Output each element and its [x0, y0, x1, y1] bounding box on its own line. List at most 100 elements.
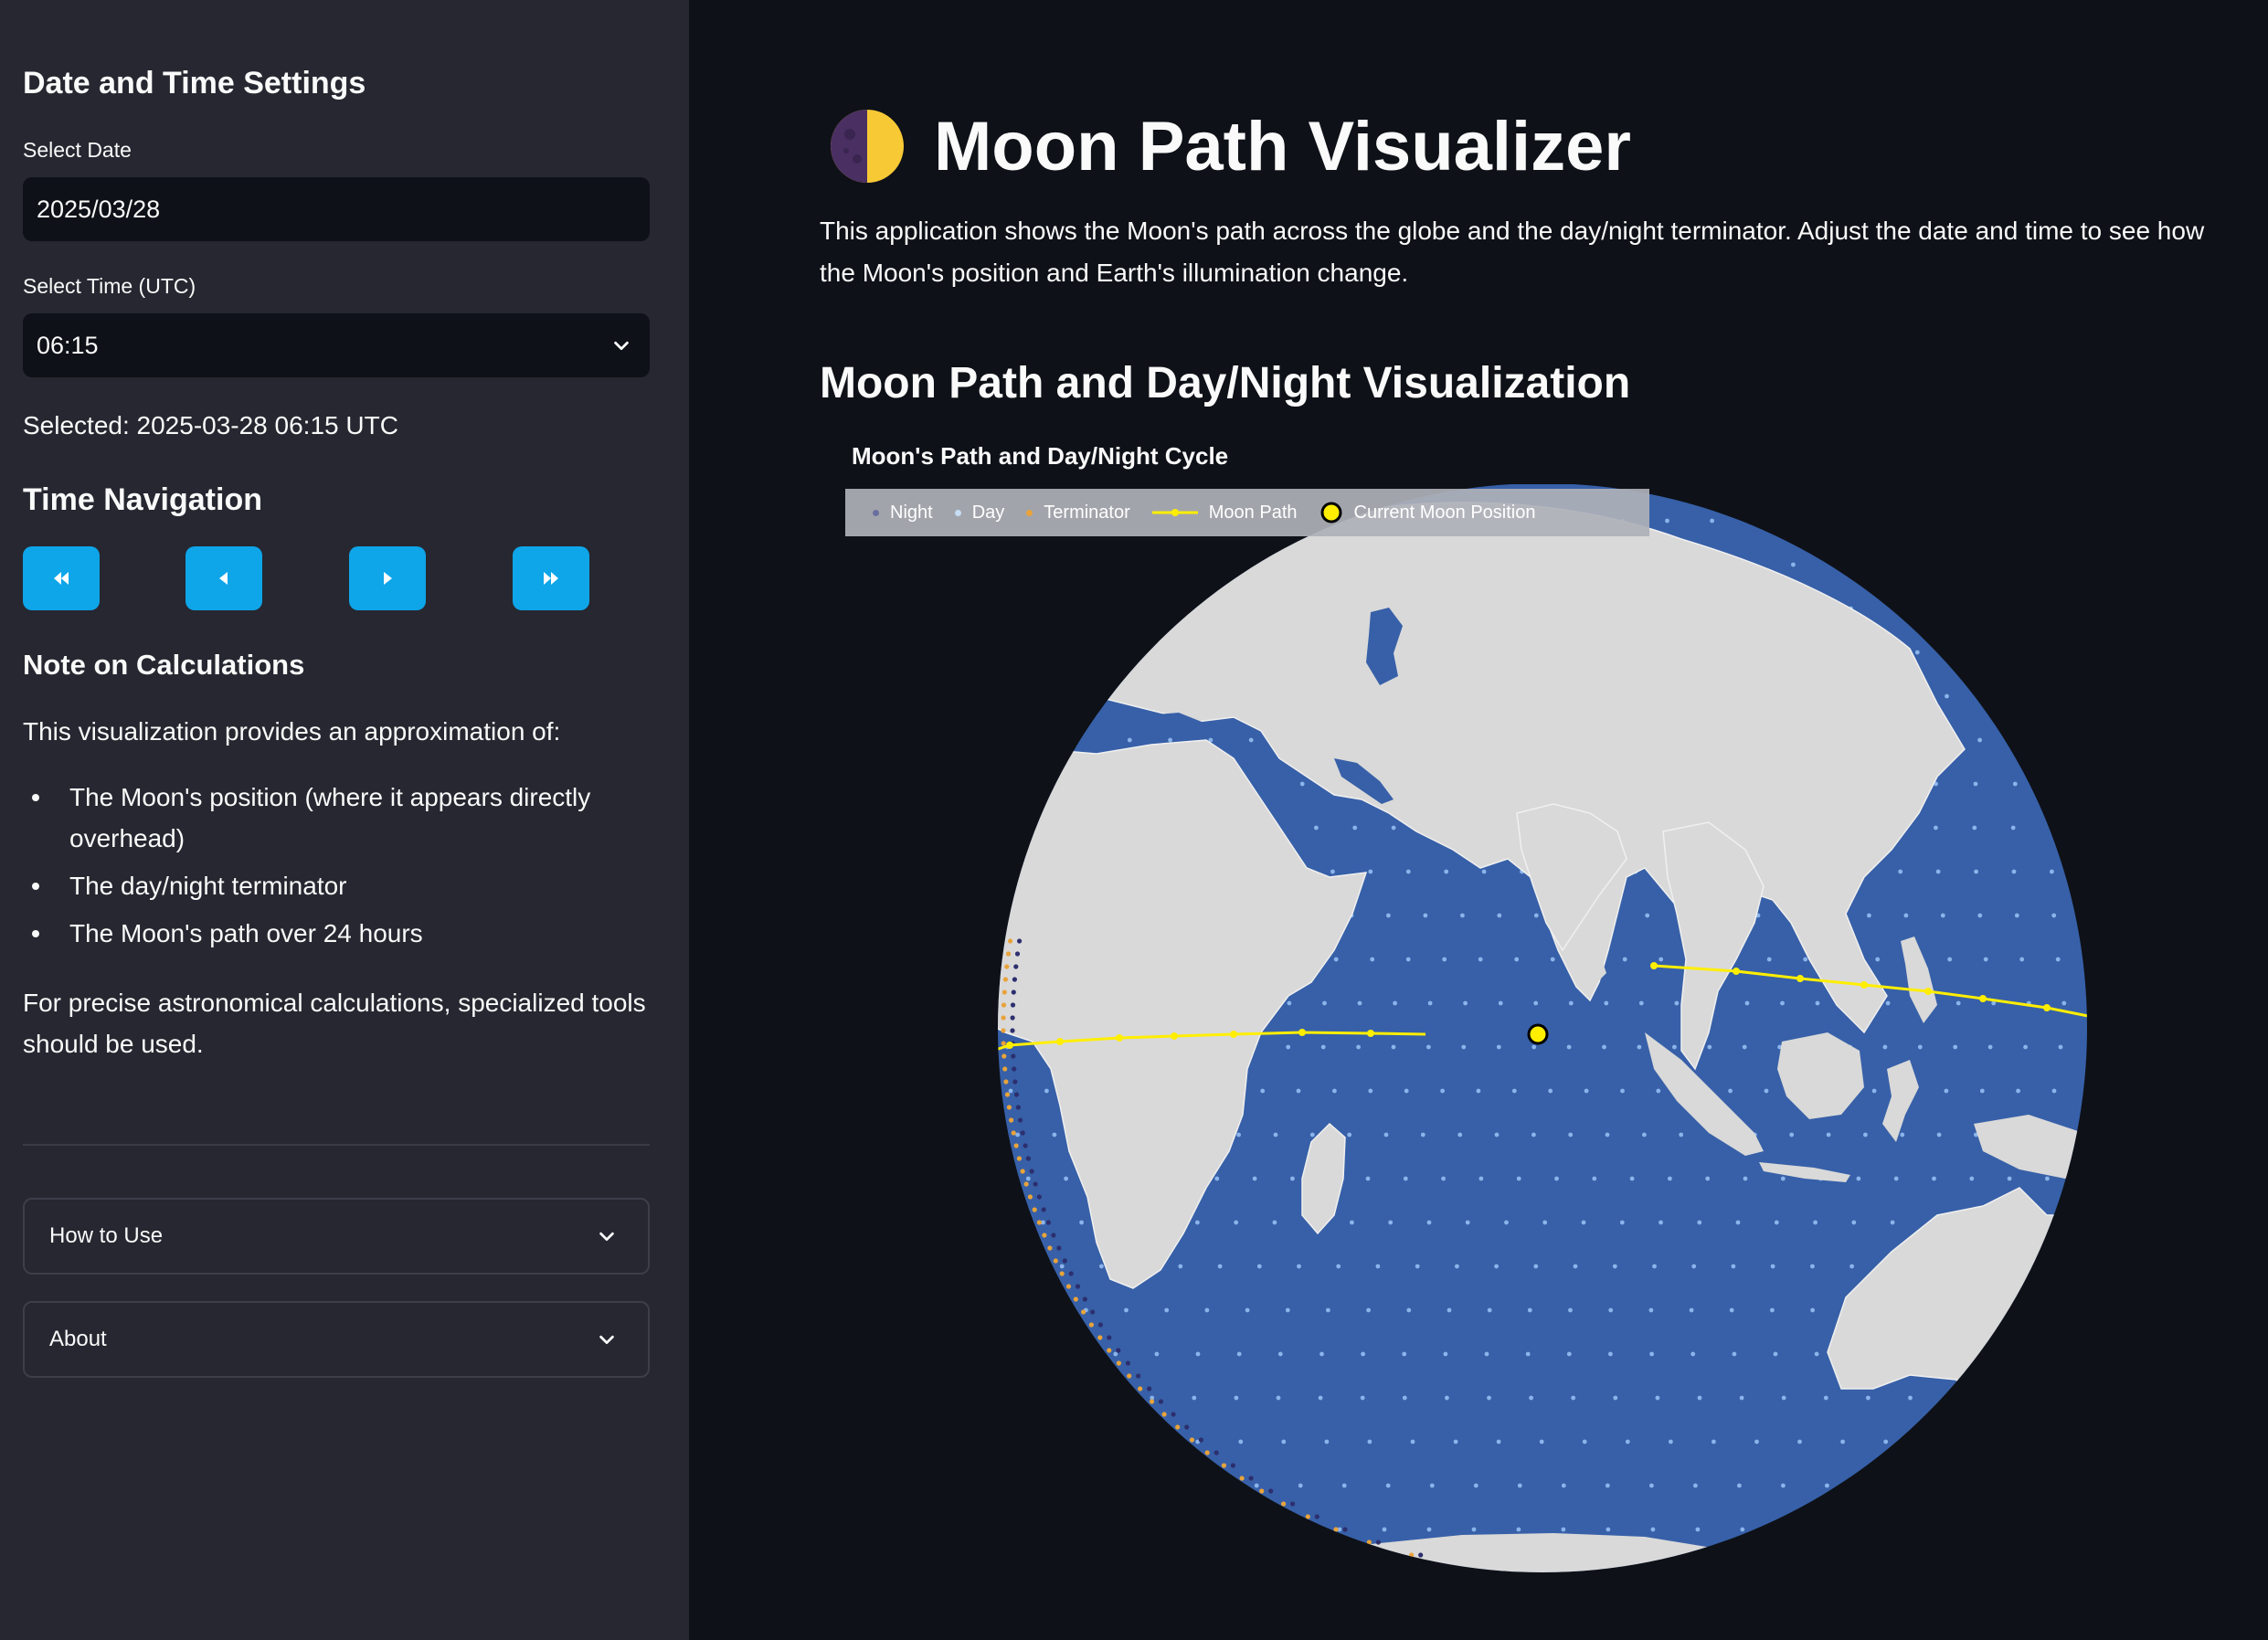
- terminator-point: [1033, 1181, 1038, 1187]
- terminator-point: [1127, 1373, 1132, 1379]
- day-point: [1420, 1132, 1425, 1137]
- day-point: [1573, 1264, 1578, 1269]
- date-input[interactable]: 2025/03/28: [23, 177, 650, 241]
- day-point: [1705, 1176, 1711, 1181]
- app-title: Moon Path Visualizer: [934, 107, 1631, 185]
- moon-icon: [831, 110, 904, 183]
- how-to-use-expander[interactable]: How to Use: [23, 1198, 650, 1275]
- day-point: [1697, 1395, 1702, 1401]
- day-point: [1320, 1044, 1326, 1050]
- day-point: [1729, 1307, 1734, 1313]
- day-point: [1554, 1176, 1559, 1181]
- list-item: The day/night terminator: [23, 865, 662, 906]
- day-point: [1531, 1044, 1537, 1050]
- step-forward-button[interactable]: [349, 546, 426, 610]
- terminator-point: [1065, 1284, 1072, 1289]
- section-heading: Moon Path and Day/Night Visualization: [820, 359, 1631, 407]
- day-point: [1867, 913, 1871, 918]
- legend-terminator[interactable]: Terminator: [1026, 502, 1130, 524]
- terminator-point: [1047, 1245, 1053, 1251]
- terminator-point: [1002, 1053, 1007, 1059]
- terminator-point: [1011, 1053, 1016, 1059]
- terminator-point: [1053, 1258, 1058, 1264]
- day-point: [1645, 913, 1650, 918]
- day-point: [1326, 1307, 1330, 1313]
- day-point: [1977, 737, 1982, 743]
- day-point: [1542, 1220, 1548, 1225]
- time-select[interactable]: 06:15: [23, 313, 650, 377]
- terminator-point: [1107, 1335, 1112, 1340]
- day-point: [2051, 913, 2057, 918]
- terminator-point: [1011, 1130, 1016, 1136]
- day-point: [1731, 1264, 1736, 1269]
- day-point: [2050, 869, 2054, 874]
- forward-fast-button[interactable]: [513, 546, 589, 610]
- day-point: [1766, 957, 1772, 962]
- step-back-button[interactable]: [185, 546, 262, 610]
- terminator-point: [1004, 1092, 1011, 1097]
- terminator-point: [1136, 1373, 1141, 1379]
- day-point: [1444, 869, 1449, 874]
- terminator-point: [1012, 1079, 1018, 1085]
- day-point: [1496, 1439, 1501, 1444]
- day-point: [1810, 1307, 1815, 1313]
- globe-chart[interactable]: [987, 484, 2102, 1599]
- day-point: [1287, 1000, 1292, 1006]
- day-point: [1079, 1220, 1084, 1225]
- terminator-point: [1088, 1322, 1094, 1328]
- legend-day[interactable]: Day: [954, 503, 1004, 524]
- day-point: [1568, 1000, 1574, 1006]
- day-point: [1297, 1264, 1301, 1269]
- terminator-point: [1010, 1028, 1015, 1033]
- day-point: [1781, 1483, 1786, 1488]
- day-point: [1527, 1307, 1532, 1313]
- legend-label: Terminator: [1044, 502, 1130, 523]
- day-point: [1602, 1044, 1606, 1050]
- day-point: [1883, 1439, 1889, 1444]
- current-moon-position[interactable]: [1527, 1023, 1549, 1045]
- day-point: [1368, 869, 1373, 874]
- terminator-point: [1006, 1105, 1012, 1110]
- day-point: [1402, 1351, 1407, 1357]
- terminator-point: [1018, 1117, 1023, 1123]
- legend-moon-path[interactable]: Moon Path: [1151, 503, 1298, 524]
- legend-night[interactable]: Night: [873, 503, 933, 524]
- night-swatch: [873, 509, 879, 516]
- day-point: [1754, 1439, 1759, 1444]
- day-point: [1440, 1088, 1445, 1094]
- day-point: [1689, 1307, 1694, 1313]
- terminator-point: [1001, 1041, 1006, 1046]
- legend-current-moon[interactable]: Current Moon Position: [1319, 501, 1535, 524]
- day-point: [1383, 1132, 1389, 1137]
- terminator-point: [1281, 1501, 1287, 1507]
- day-point: [1252, 1176, 1257, 1181]
- terminator-point: [1290, 1501, 1296, 1507]
- day-point: [1987, 1044, 1993, 1050]
- about-expander[interactable]: About: [23, 1301, 650, 1378]
- day-point: [1625, 1439, 1630, 1444]
- day-point: [1195, 1220, 1200, 1225]
- moon-path-point: [1367, 1030, 1374, 1037]
- terminator-point: [1001, 1015, 1006, 1021]
- day-point: [1940, 913, 1945, 918]
- day-point: [1429, 1483, 1435, 1488]
- day-point: [1127, 737, 1132, 743]
- day-point: [1674, 1000, 1680, 1006]
- terminator-point: [1020, 1130, 1025, 1136]
- day-point: [1299, 781, 1305, 787]
- sidebar: Date and Time Settings Select Date 2025/…: [0, 0, 689, 1640]
- day-point: [1154, 1351, 1160, 1357]
- day-point: [1504, 1220, 1509, 1225]
- day-point: [1648, 1307, 1654, 1313]
- day-point: [1707, 1044, 1712, 1050]
- day-point: [1405, 869, 1411, 874]
- day-point: [1441, 1176, 1446, 1181]
- day-point: [1908, 1395, 1913, 1401]
- rewind-fast-button[interactable]: [23, 546, 100, 610]
- terminator-point: [1005, 951, 1012, 957]
- terminator-point: [1409, 1552, 1415, 1558]
- moon-path-point: [1230, 1031, 1237, 1038]
- day-point: [2010, 825, 2016, 831]
- moon-path-point: [1298, 1029, 1306, 1036]
- day-point: [1457, 1132, 1463, 1137]
